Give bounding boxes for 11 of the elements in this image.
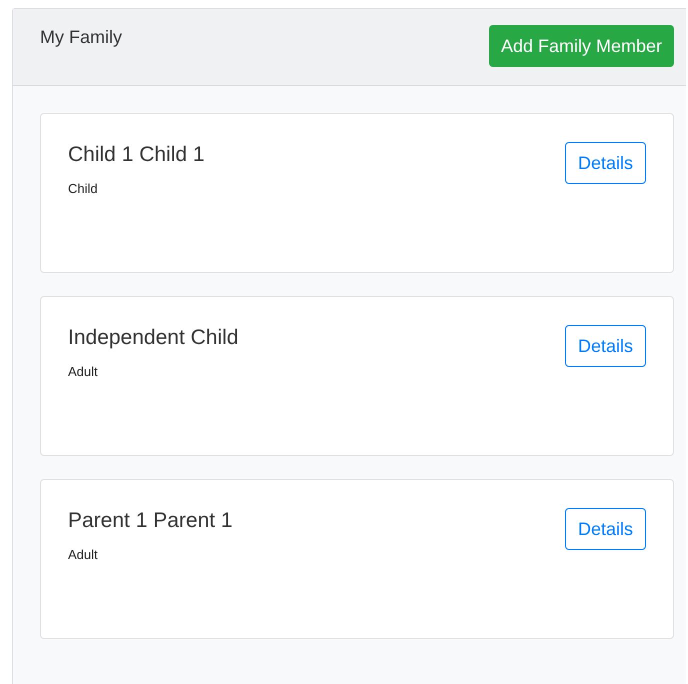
member-role: Adult <box>68 364 99 379</box>
details-button[interactable]: Details <box>564 325 646 367</box>
member-role: Adult <box>68 547 99 562</box>
member-name: Independent Child <box>68 326 238 350</box>
panel-title: My Family <box>40 27 122 48</box>
member-name: Child 1 Child 1 <box>68 143 205 167</box>
add-member-button[interactable]: Add Family Member <box>488 25 674 67</box>
member-name: Parent 1 Parent 1 <box>68 509 233 533</box>
details-button[interactable]: Details <box>564 142 646 184</box>
member-role: Child <box>68 181 99 196</box>
details-button[interactable]: Details <box>564 508 646 550</box>
